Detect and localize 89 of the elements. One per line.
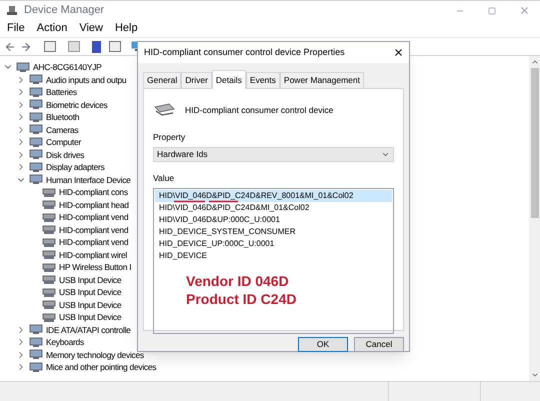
- annotation-text: Vendor ID 046D: [186, 274, 290, 288]
- tab[interactable]: Events: [246, 72, 280, 88]
- value-item[interactable]: HID_DEVICE_SYSTEM_CONSUMER: [155, 226, 392, 238]
- device-icon: [29, 99, 43, 110]
- tree-item[interactable]: Cameras: [46, 126, 78, 134]
- tree-item[interactable]: Biometric devices: [46, 100, 108, 109]
- keyboard-icon: [42, 286, 56, 298]
- annotation-text: Product ID C24D: [186, 292, 298, 306]
- device-icon: [29, 324, 43, 336]
- property-dropdown[interactable]: Hardware Ids: [153, 146, 394, 162]
- property-label: Property: [153, 131, 186, 144]
- tree-item[interactable]: AHC-8CG6140YJP: [33, 63, 102, 72]
- maximize-icon: [488, 6, 496, 14]
- window-title: Device Manager: [24, 3, 104, 18]
- tree-item[interactable]: USB Input Device: [59, 288, 122, 296]
- device-name: HID-compliant consumer control device: [185, 104, 334, 116]
- device-icon: [29, 149, 43, 160]
- forward-icon[interactable]: [20, 40, 32, 52]
- device-icon: [29, 136, 43, 148]
- value-item[interactable]: HID_DEVICE: [155, 250, 392, 262]
- ok-button[interactable]: OK: [298, 337, 348, 352]
- keyboard-icon: [42, 299, 56, 310]
- tree-item[interactable]: HID-compliant vend: [59, 226, 128, 234]
- scroll-up-icon[interactable]: [530, 58, 538, 66]
- keyboard-icon: [42, 224, 56, 236]
- device-icon: [29, 112, 43, 123]
- window-icon[interactable]: [109, 41, 121, 52]
- value-item[interactable]: HID\VID_046D&PID_C24D&REV_8001&MI_01&Col02: [155, 190, 392, 202]
- value-label: Value: [153, 172, 176, 184]
- device-icon: [29, 162, 43, 173]
- keyboard-icon: [42, 236, 56, 248]
- keyboard-icon: [42, 262, 56, 273]
- value-item[interactable]: HID_DEVICE_UP:000C_U:0001: [155, 238, 392, 250]
- tab[interactable]: General: [143, 72, 182, 88]
- value-item[interactable]: HID\VID_046D&UP:000C_U:0001: [155, 214, 392, 226]
- scroll-down-icon[interactable]: [530, 371, 538, 379]
- device-icon: [29, 74, 43, 86]
- device-icon: [29, 174, 43, 186]
- tree-item[interactable]: HID-compliant wirel: [59, 250, 127, 259]
- tree-item[interactable]: HID-compliant vend: [59, 213, 128, 222]
- dialog-title: HID-compliant consumer control device Properties: [144, 46, 345, 59]
- back-icon[interactable]: [4, 40, 16, 52]
- menu-item[interactable]: File: [7, 20, 25, 37]
- tree-item[interactable]: Bluetooth: [46, 113, 80, 122]
- menu-item[interactable]: View: [79, 20, 103, 37]
- close-icon: [392, 47, 404, 58]
- tab[interactable]: Details: [212, 70, 246, 89]
- keyboard-icon: [42, 212, 56, 223]
- cancel-button[interactable]: Cancel: [354, 337, 404, 352]
- tree-item[interactable]: Audio inputs and outpu: [46, 76, 126, 84]
- app-icon: [6, 5, 18, 16]
- menu-item[interactable]: Help: [114, 20, 138, 37]
- device-icon: [29, 124, 43, 136]
- tree-item[interactable]: Batteries: [46, 88, 77, 96]
- menu-item[interactable]: Action: [36, 20, 68, 37]
- scrollbar[interactable]: [529, 56, 540, 381]
- tree-item[interactable]: Disk drives: [46, 150, 84, 159]
- keyboard-icon: [42, 199, 56, 210]
- device-icon: [153, 103, 175, 117]
- tab[interactable]: Driver: [181, 72, 212, 88]
- tree-item[interactable]: HID-compliant vend: [59, 238, 128, 246]
- tree-item[interactable]: HID-compliant cons: [59, 188, 128, 196]
- device-icon: [29, 362, 43, 373]
- tree-item[interactable]: USB Input Device: [59, 300, 122, 309]
- tree-item[interactable]: IDE ATA/ATAPI controlle: [46, 326, 131, 334]
- tree-item[interactable]: USB Input Device: [59, 313, 122, 322]
- tree-item[interactable]: HID-compliant head: [59, 200, 129, 209]
- tree-item[interactable]: USB Input Device: [59, 276, 122, 284]
- tree-item[interactable]: Keyboards: [46, 338, 84, 346]
- keyboard-icon: [42, 312, 56, 323]
- device-icon: [16, 62, 30, 73]
- tree-item[interactable]: Mice and other pointing devices: [46, 363, 156, 372]
- window-icon[interactable]: [44, 41, 56, 52]
- keyboard-icon: [42, 186, 56, 198]
- tree-item[interactable]: Human Interface Device: [46, 176, 131, 184]
- tree-item[interactable]: Display adapters: [46, 163, 105, 172]
- underline-mark: [173, 200, 239, 202]
- device-icon: [29, 336, 43, 348]
- keyboard-icon: [42, 249, 56, 260]
- tree-item[interactable]: Computer: [46, 138, 81, 146]
- device-icon: [29, 86, 43, 98]
- keyboard-icon: [42, 274, 56, 286]
- window-icon[interactable]: [68, 41, 80, 52]
- tree-item[interactable]: Memory technology devices: [46, 350, 144, 359]
- tab[interactable]: Power Management: [280, 72, 364, 88]
- device-icon: [29, 349, 43, 360]
- value-item[interactable]: HID\VID_046D&PID_C24D&MI_01&Col02: [155, 202, 392, 214]
- close-icon: [518, 5, 530, 16]
- tree-item[interactable]: HP Wireless Button I: [59, 263, 132, 272]
